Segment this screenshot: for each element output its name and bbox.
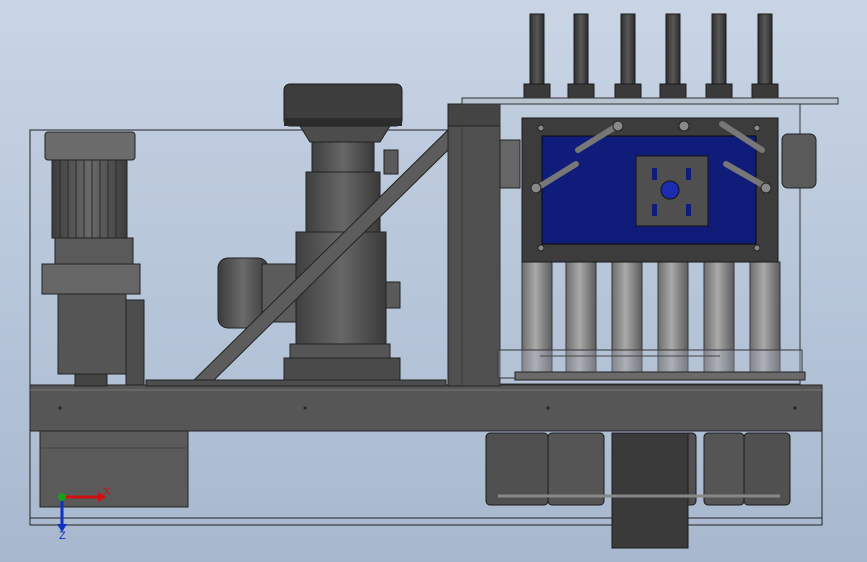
axis-x-label: X bbox=[103, 486, 111, 498]
coordinate-triad bbox=[57, 492, 106, 532]
base-beam bbox=[29, 384, 823, 508]
machine-assembly-model[interactable] bbox=[0, 0, 867, 562]
bottom-hoppers bbox=[485, 432, 791, 549]
blue-panel-housing bbox=[499, 117, 817, 263]
vertical-support-post bbox=[447, 103, 501, 387]
cad-viewport[interactable]: X Z bbox=[0, 0, 867, 562]
top-rods bbox=[523, 13, 779, 101]
axis-z-label: Z bbox=[59, 530, 66, 542]
